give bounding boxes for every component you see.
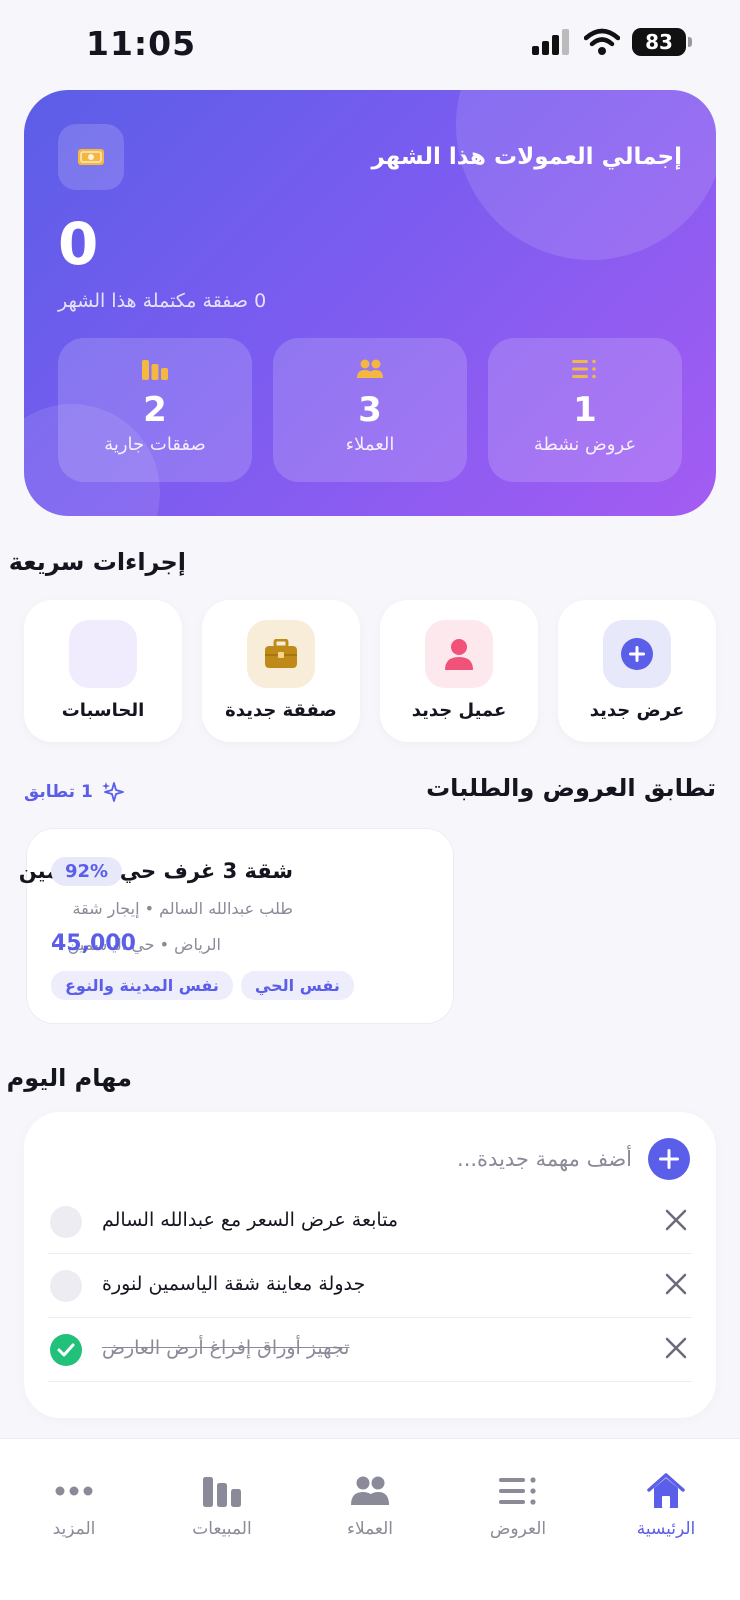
tab-clients[interactable]: العملاء (300, 1471, 440, 1539)
calculators-button[interactable]: الحاسبات (24, 600, 182, 742)
tab-sales[interactable]: المبيعات (152, 1471, 292, 1539)
tab-home[interactable]: الرئيسية (596, 1471, 736, 1539)
tab-label: المزيد (52, 1519, 96, 1539)
task-text: جدولة معاينة شقة الياسمين لنورة (102, 1273, 366, 1295)
quick-actions-title: إجراءات سريعة (8, 548, 186, 576)
briefcase-icon (247, 620, 315, 688)
quick-action-label: عرض جديد (589, 700, 685, 721)
commission-amount: 0 (58, 210, 99, 278)
task-checkbox-checked[interactable] (50, 1334, 82, 1366)
close-icon[interactable] (662, 1206, 690, 1234)
new-task-input[interactable]: أضف مهمة جديدة... (457, 1147, 632, 1171)
person-icon (425, 620, 493, 688)
chart-icon (203, 1477, 241, 1507)
match-tag: نفس الحي (240, 971, 354, 1000)
quick-action-label: عميل جديد (411, 700, 507, 721)
decoration-circle (456, 90, 716, 260)
add-task-button[interactable] (648, 1138, 690, 1180)
tab-label: المبيعات (192, 1519, 252, 1539)
signal-icon (532, 29, 569, 55)
tab-label: العملاء (346, 1519, 394, 1539)
match-card[interactable]: شقة 3 غرف حي الياسمين 92% طلب عبدالله ال… (19, 828, 454, 1024)
tab-label: العروض (489, 1519, 547, 1539)
tab-listings[interactable]: العروض (448, 1471, 588, 1539)
matching-title: تطابق العروض والطلبات (426, 774, 716, 802)
new-deal-button[interactable]: صفقة جديدة (202, 600, 360, 742)
match-tag: نفس المدينة والنوع (51, 971, 233, 1000)
tasks-title: مهام اليوم (6, 1064, 132, 1092)
quick-action-label: الحاسبات (61, 700, 145, 721)
stat-value: 1 (573, 390, 597, 430)
hero-title: إجمالي العمولات هذا الشهر (371, 144, 682, 170)
check-icon (57, 1343, 75, 1357)
status-icons: 83 (532, 28, 692, 56)
close-icon[interactable] (662, 1334, 690, 1362)
task-item: جدولة معاينة شقة الياسمين لنورة (48, 1254, 692, 1318)
stat-value: 3 (358, 390, 382, 430)
banknote-icon (58, 124, 124, 190)
match-tags: نفس المدينة والنوع نفس الحي (51, 971, 354, 1000)
stat-ongoing-deals[interactable]: 2 صفقات جارية (58, 338, 252, 482)
tab-more[interactable]: المزيد (4, 1471, 144, 1539)
calculator-icon (69, 620, 137, 688)
match-request-info: طلب عبدالله السالم • إيجار شقة (72, 899, 293, 918)
stat-clients[interactable]: 3 العملاء (273, 338, 467, 482)
commission-summary-card: إجمالي العمولات هذا الشهر 0 0 صفقة مكتمل… (24, 90, 716, 516)
tab-label: الرئيسية (636, 1519, 696, 1539)
task-item: متابعة عرض السعر مع عبدالله السالم (48, 1190, 692, 1254)
home-icon (647, 1473, 685, 1508)
add-task-row[interactable]: أضف مهمة جديدة... (457, 1138, 690, 1180)
task-item: تجهيز أوراق إفراغ أرض العارض (48, 1318, 692, 1382)
stat-value: 2 (143, 390, 167, 430)
stat-label: العملاء (345, 434, 395, 455)
status-time: 11:05 (86, 24, 197, 63)
stat-active-listings[interactable]: 1 عروض نشطة (488, 338, 682, 482)
task-text: تجهيز أوراق إفراغ أرض العارض (102, 1337, 350, 1359)
sparkle-icon (101, 782, 124, 802)
stat-label: صفقات جارية (104, 434, 206, 455)
more-icon (55, 1486, 93, 1496)
task-text: متابعة عرض السعر مع عبدالله السالم (102, 1209, 399, 1231)
completed-deals-text: 0 صفقة مكتملة هذا الشهر (58, 290, 267, 312)
plus-icon (659, 1149, 679, 1169)
tasks-card: أضف مهمة جديدة... متابعة عرض السعر مع عب… (24, 1112, 716, 1418)
match-count-link[interactable]: 1 تطابق (24, 780, 125, 804)
task-checkbox[interactable] (50, 1206, 82, 1238)
battery-icon: 83 (632, 28, 692, 56)
users-icon (357, 359, 383, 378)
match-percent-badge: 92% (51, 857, 123, 886)
match-price: 45,000 (51, 931, 136, 956)
task-checkbox[interactable] (50, 1270, 82, 1302)
plus-circle-icon (603, 620, 671, 688)
close-icon[interactable] (662, 1270, 690, 1298)
bottom-tab-bar: الرئيسية العروض العملاء المبيعات المزيد (0, 1438, 740, 1600)
stat-label: عروض نشطة (533, 434, 637, 455)
new-client-button[interactable]: عميل جديد (380, 600, 538, 742)
status-bar: 11:05 83 (0, 0, 740, 90)
chart-icon (142, 360, 168, 380)
wifi-icon (584, 28, 620, 55)
match-count-text: 1 تطابق (24, 782, 93, 802)
list-icon (572, 359, 596, 379)
list-icon (499, 1477, 536, 1505)
quick-action-label: صفقة جديدة (225, 700, 337, 721)
new-listing-button[interactable]: عرض جديد (558, 600, 716, 742)
users-icon (351, 1476, 389, 1505)
